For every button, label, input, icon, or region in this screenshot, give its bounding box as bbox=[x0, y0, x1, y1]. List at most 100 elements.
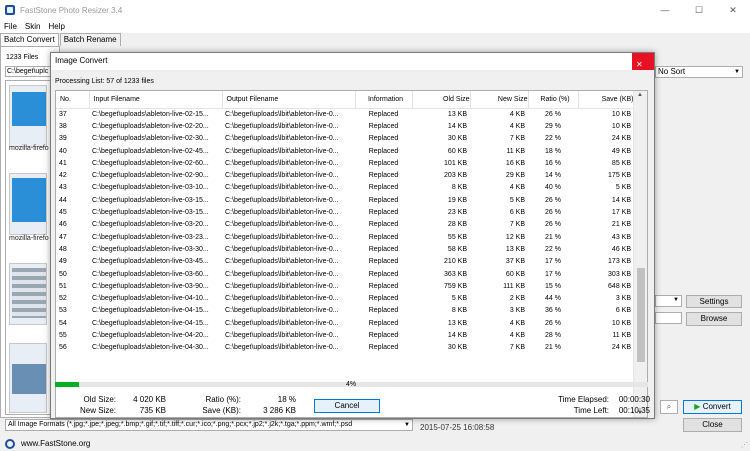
tab-batch-rename[interactable]: Batch Rename bbox=[59, 33, 121, 46]
menu-skin[interactable]: Skin bbox=[21, 22, 45, 31]
column-header-info[interactable]: Information bbox=[355, 91, 413, 109]
column-header-output[interactable]: Output Filename bbox=[222, 91, 356, 109]
cell-save: 24 KB bbox=[611, 344, 631, 352]
output-folder-field[interactable] bbox=[655, 312, 682, 324]
maximize-button[interactable]: ☐ bbox=[682, 0, 716, 20]
save-label: Save (KB): bbox=[202, 406, 241, 415]
sort-combo[interactable]: No Sort ▼ bbox=[655, 66, 743, 78]
cell-input: C:\beget\uploads\ableton-live-04-15... bbox=[92, 319, 209, 327]
cell-input: C:\beget\uploads\ableton-live-03-45... bbox=[92, 258, 209, 266]
website-link[interactable]: www.FastStone.org bbox=[21, 439, 90, 448]
column-header-no[interactable]: No. bbox=[56, 91, 90, 109]
results-list[interactable]: No. Input Filename Output Filename Infor… bbox=[55, 90, 648, 418]
image-convert-dialog: Image Convert ✕ Processing List: 57 of 1… bbox=[50, 52, 655, 419]
table-row[interactable]: 51 C:\beget\uploads\ableton-live-03-90...… bbox=[56, 280, 634, 292]
table-row[interactable]: 45 C:\beget\uploads\ableton-live-03-15...… bbox=[56, 206, 634, 218]
menu-file[interactable]: File bbox=[0, 22, 21, 31]
cell-info: Replaced bbox=[368, 221, 399, 229]
cell-output: C:\beget\uploads\lbit\ableton-live-0... bbox=[225, 344, 339, 352]
table-row[interactable]: 52 C:\beget\uploads\ableton-live-04-10...… bbox=[56, 292, 634, 304]
cell-save: 10 KB bbox=[611, 122, 631, 130]
table-row[interactable]: 48 C:\beget\uploads\ableton-live-03-30...… bbox=[56, 243, 634, 255]
table-row[interactable]: 50 C:\beget\uploads\ableton-live-03-60...… bbox=[56, 268, 634, 280]
thumbnail[interactable] bbox=[9, 173, 47, 235]
cell-no: 41 bbox=[59, 159, 67, 167]
cell-no: 37 bbox=[59, 110, 67, 118]
cell-input: C:\beget\uploads\ableton-live-03-30... bbox=[92, 245, 209, 253]
cell-input: C:\beget\uploads\ableton-live-03-20... bbox=[92, 221, 209, 229]
table-row[interactable]: 54 C:\beget\uploads\ableton-live-04-15...… bbox=[56, 317, 634, 329]
table-row[interactable]: 55 C:\beget\uploads\ableton-live-04-20...… bbox=[56, 329, 634, 341]
column-header-ratio[interactable]: Ratio (%) bbox=[528, 91, 579, 109]
table-row[interactable]: 42 C:\beget\uploads\ableton-live-02-90...… bbox=[56, 169, 634, 181]
table-row[interactable]: 56 C:\beget\uploads\ableton-live-04-30...… bbox=[56, 342, 634, 354]
cell-ratio: 26 % bbox=[545, 110, 561, 118]
format-combo[interactable]: ▼ bbox=[655, 295, 682, 307]
cell-no: 52 bbox=[59, 295, 67, 303]
table-row[interactable]: 37 C:\beget\uploads\ableton-live-02-15...… bbox=[56, 108, 634, 120]
settings-button[interactable]: Settings bbox=[686, 295, 742, 308]
cell-no: 50 bbox=[59, 270, 67, 278]
column-header-old-size[interactable]: Old Size bbox=[412, 91, 471, 109]
table-row[interactable]: 44 C:\beget\uploads\ableton-live-03-15...… bbox=[56, 194, 634, 206]
column-header-input[interactable]: Input Filename bbox=[89, 91, 223, 109]
table-row[interactable]: 39 C:\beget\uploads\ableton-live-02-30...… bbox=[56, 133, 634, 145]
cell-input: C:\beget\uploads\ableton-live-02-15... bbox=[92, 110, 209, 118]
dialog-close-button[interactable]: ✕ bbox=[632, 53, 654, 70]
thumbnail[interactable] bbox=[9, 263, 47, 325]
cell-info: Replaced bbox=[368, 307, 399, 315]
table-row[interactable]: 41 C:\beget\uploads\ableton-live-02-60...… bbox=[56, 157, 634, 169]
close-button[interactable]: Close bbox=[683, 418, 742, 432]
cell-ratio: 17 % bbox=[545, 258, 561, 266]
cell-input: C:\beget\uploads\ableton-live-02-45... bbox=[92, 147, 209, 155]
table-row[interactable]: 40 C:\beget\uploads\ableton-live-02-45...… bbox=[56, 145, 634, 157]
menu-help[interactable]: Help bbox=[44, 22, 68, 31]
cell-no: 43 bbox=[59, 184, 67, 192]
chevron-down-icon: ▼ bbox=[404, 422, 410, 428]
thumbnail[interactable] bbox=[9, 343, 47, 413]
tab-batch-convert[interactable]: Batch Convert bbox=[0, 33, 59, 47]
scrollbar-thumb[interactable] bbox=[637, 268, 645, 362]
cell-output: C:\beget\uploads\lbit\ableton-live-0... bbox=[225, 319, 339, 327]
cell-new-size: 7 KB bbox=[509, 221, 525, 229]
cell-old-size: 13 KB bbox=[447, 110, 467, 118]
old-size-label: Old Size: bbox=[83, 395, 116, 404]
cell-save: 21 KB bbox=[611, 221, 631, 229]
cell-new-size: 111 KB bbox=[503, 282, 525, 290]
play-icon: ▶ bbox=[694, 402, 701, 411]
title-bar: FastStone Photo Resizer 3.4 — ☐ ✕ bbox=[0, 0, 750, 20]
table-row[interactable]: 49 C:\beget\uploads\ableton-live-03-45...… bbox=[56, 256, 634, 268]
cell-output: C:\beget\uploads\lbit\ableton-live-0... bbox=[225, 159, 339, 167]
browse-button[interactable]: Browse bbox=[686, 312, 742, 326]
cell-ratio: 36 % bbox=[545, 307, 561, 315]
file-filter-combo[interactable]: All Image Formats (*.jpg;*.jpe;*.jpeg;*.… bbox=[5, 419, 413, 431]
cell-output: C:\beget\uploads\lbit\ableton-live-0... bbox=[225, 282, 339, 290]
table-row[interactable]: 38 C:\beget\uploads\ableton-live-02-20...… bbox=[56, 120, 634, 132]
column-header-new-size[interactable]: New Size bbox=[470, 91, 529, 109]
table-row[interactable]: 46 C:\beget\uploads\ableton-live-03-20...… bbox=[56, 219, 634, 231]
column-header-save[interactable]: Save (KB) bbox=[578, 91, 635, 109]
cell-new-size: 4 KB bbox=[509, 184, 525, 192]
cell-save: 10 KB bbox=[611, 110, 631, 118]
preview-button[interactable]: ⌕ bbox=[660, 400, 678, 414]
convert-button[interactable]: ▶ Convert bbox=[683, 400, 742, 414]
window-close-button[interactable]: ✕ bbox=[716, 0, 750, 20]
cell-output: C:\beget\uploads\lbit\ableton-live-0... bbox=[225, 172, 339, 180]
cell-no: 44 bbox=[59, 196, 67, 204]
thumbnail[interactable] bbox=[9, 85, 47, 147]
resize-grip-icon[interactable]: ⋰ bbox=[741, 441, 748, 449]
cell-save: 5 KB bbox=[615, 184, 631, 192]
cell-save: 648 KB bbox=[608, 282, 631, 290]
table-row[interactable]: 43 C:\beget\uploads\ableton-live-03-10...… bbox=[56, 182, 634, 194]
minimize-button[interactable]: — bbox=[648, 0, 682, 20]
cell-output: C:\beget\uploads\lbit\ableton-live-0... bbox=[225, 209, 339, 217]
scroll-up-icon[interactable]: ▲ bbox=[637, 92, 643, 98]
cell-ratio: 44 % bbox=[545, 295, 561, 303]
table-row[interactable]: 53 C:\beget\uploads\ableton-live-04-15...… bbox=[56, 305, 634, 317]
cancel-button[interactable]: Cancel bbox=[314, 399, 380, 413]
table-row[interactable]: 47 C:\beget\uploads\ableton-live-03-23...… bbox=[56, 231, 634, 243]
cell-ratio: 28 % bbox=[545, 331, 561, 339]
cell-info: Replaced bbox=[368, 331, 399, 339]
cell-new-size: 4 KB bbox=[509, 331, 525, 339]
vertical-scrollbar[interactable]: ▲ ▼ bbox=[633, 91, 647, 417]
